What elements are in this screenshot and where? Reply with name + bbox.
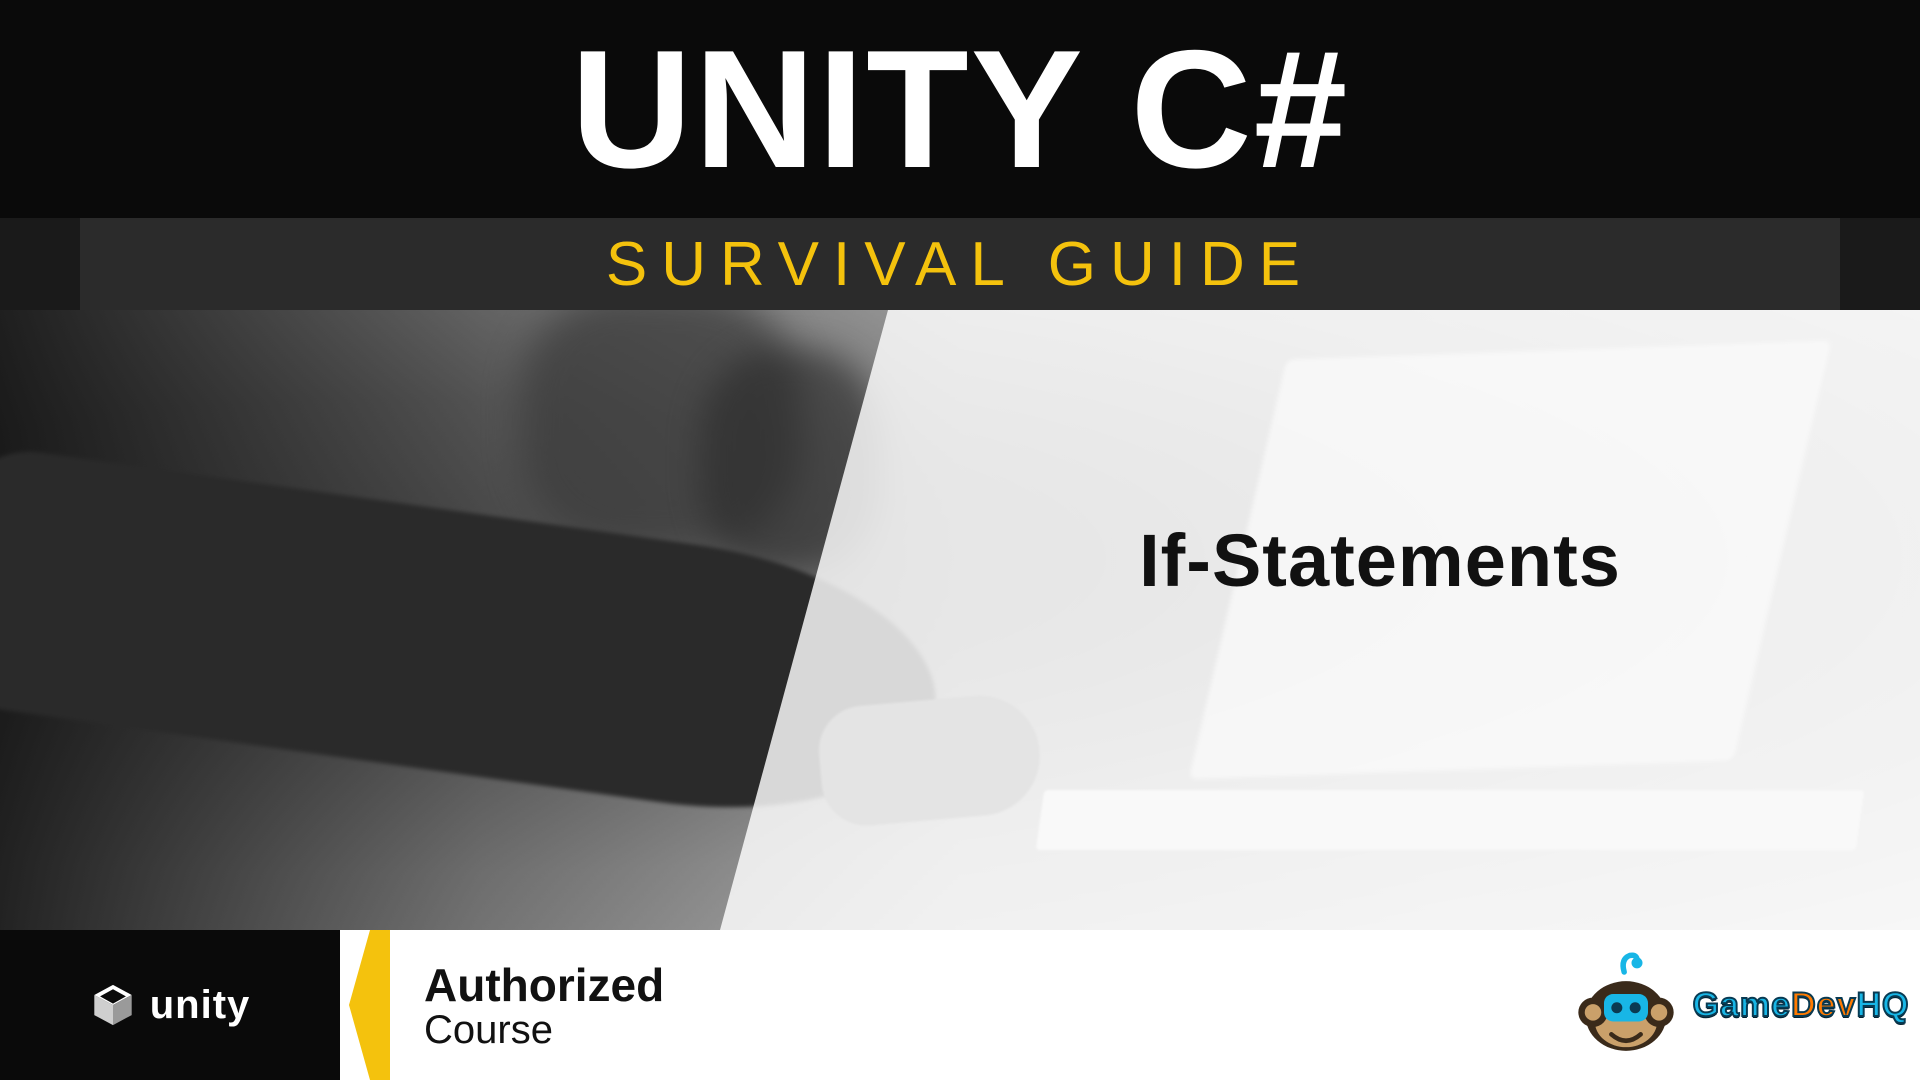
subtitle-band: SURVIVAL GUIDE: [0, 218, 1920, 310]
unity-wordmark: unity: [150, 983, 251, 1028]
brand-part-dev: Dev: [1791, 986, 1856, 1024]
authorized-label: Authorized: [424, 958, 1560, 1012]
unity-cube-icon: [90, 982, 136, 1028]
main-title: UNITY C#: [571, 25, 1349, 193]
gamedevhq-wordmark: GameDevHQ: [1693, 986, 1910, 1025]
footer-accent-yellow: [340, 930, 390, 1080]
gamedevhq-monkey-icon: [1571, 950, 1681, 1060]
title-band: UNITY C#: [0, 0, 1920, 218]
course-label: Course: [424, 1008, 1560, 1053]
course-title-slide: UNITY C# SURVIVAL GUIDE If-Statements un…: [0, 0, 1920, 1080]
footer-unity-block: unity: [0, 930, 340, 1080]
brand-part-game: Game: [1693, 986, 1792, 1024]
footer-authorized-block: Authorized Course: [390, 930, 1560, 1080]
topic-overlay: If-Statements: [720, 310, 1920, 930]
brand-part-hq: HQ: [1856, 986, 1909, 1024]
footer-brand-block: GameDevHQ: [1560, 930, 1920, 1080]
subtitle-text: SURVIVAL GUIDE: [606, 229, 1314, 300]
topic-title: If-Statements: [1139, 518, 1621, 603]
footer-bar: unity Authorized Course: [0, 930, 1920, 1080]
unity-logo: unity: [90, 982, 251, 1028]
